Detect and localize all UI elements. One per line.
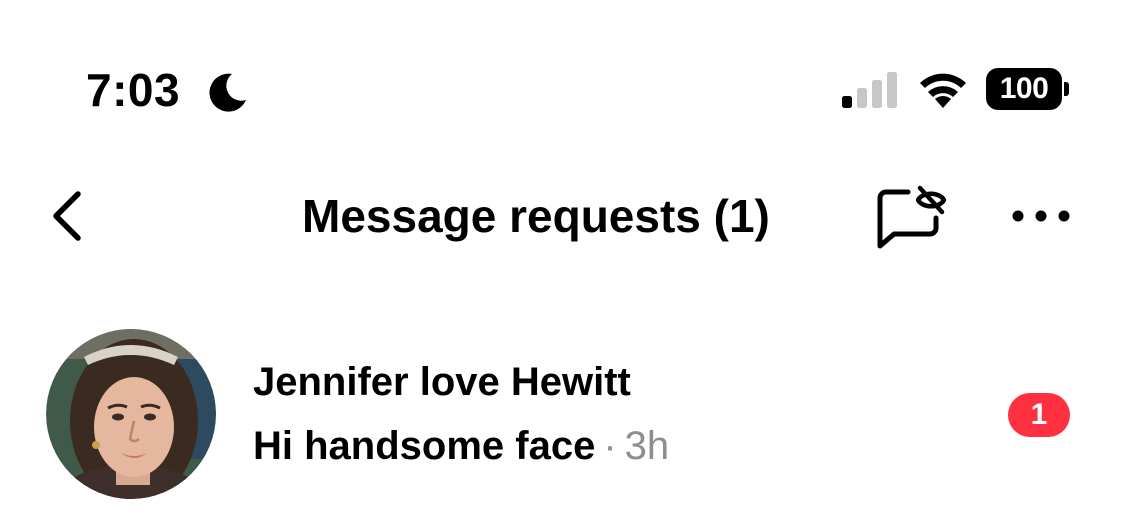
battery-indicator: 100 <box>986 68 1070 110</box>
message-timestamp: 3h <box>624 424 670 468</box>
battery-tip <box>1064 82 1069 96</box>
message-hidden-icon <box>877 185 947 249</box>
message-preview: Hi handsome face <box>253 424 596 468</box>
contact-name: Jennifer love Hewitt <box>253 360 631 404</box>
chevron-left-icon <box>53 191 81 241</box>
more-horizontal-icon <box>1012 210 1070 222</box>
header-bar: Message requests (1) <box>0 170 1125 262</box>
message-preview-line: Hi handsome face · 3h <box>253 421 669 471</box>
battery-body: 100 <box>986 68 1062 110</box>
status-bar: 7:03 100 <box>0 0 1125 140</box>
more-options-button[interactable] <box>1006 198 1076 234</box>
status-time: 7:03 <box>86 64 181 116</box>
separator-dot: · <box>603 424 617 468</box>
moon-icon <box>209 73 246 112</box>
cellular-signal-icon <box>842 72 897 108</box>
avatar[interactable] <box>46 329 216 499</box>
battery-level: 100 <box>999 72 1049 105</box>
hidden-requests-button[interactable] <box>872 182 948 254</box>
wifi-icon <box>920 73 966 108</box>
page-title: Message requests (1) <box>302 190 770 242</box>
message-request-row[interactable]: Jennifer love Hewitt Hi handsome face · 3h… <box>0 325 1125 505</box>
unread-count-badge: 1 <box>1008 393 1070 437</box>
back-button[interactable] <box>40 186 96 246</box>
